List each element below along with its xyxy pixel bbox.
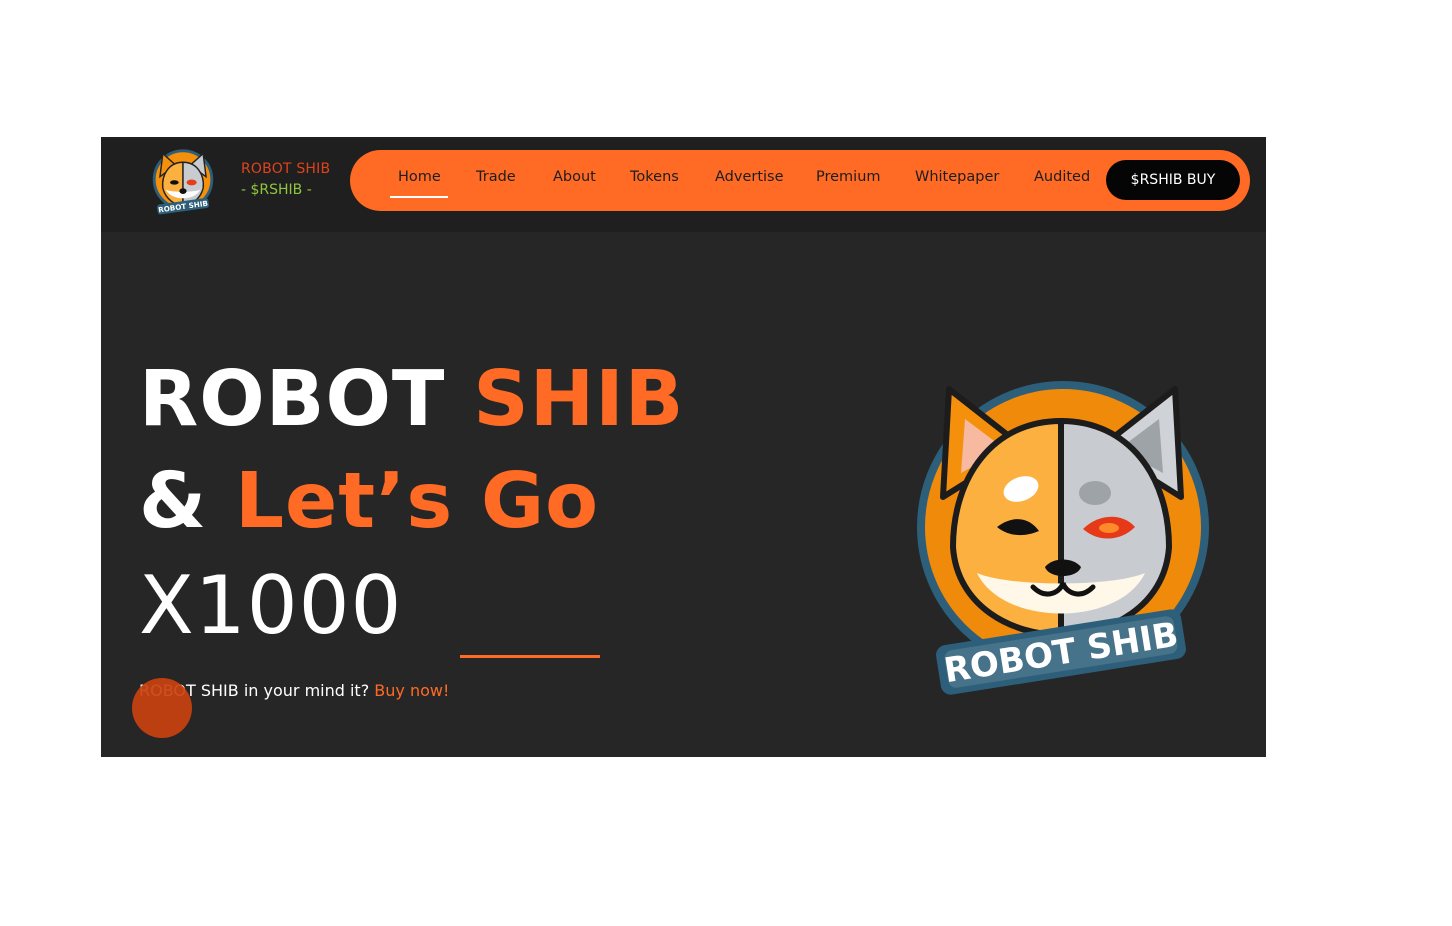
hero-title-line-3: X1000 xyxy=(139,559,403,652)
brand-name: ROBOT SHIB xyxy=(241,161,331,177)
brand-block: ROBOT SHIB - $RSHIB - xyxy=(241,159,330,201)
hero-title-accent-1: SHIB xyxy=(473,355,685,444)
floating-action-button[interactable] xyxy=(132,678,192,738)
active-nav-indicator xyxy=(390,196,448,198)
hero-title-white-2: & xyxy=(139,457,235,546)
brand-ticker: - $RSHIB - xyxy=(241,182,312,198)
hero-title-line-1: ROBOT SHIB xyxy=(139,355,684,444)
site-header: ROBOT SHIB ROBOT SHIB - $RSHIB - Home Tr… xyxy=(101,137,1266,232)
main-navigation: Home Trade About Tokens Advertise Premiu… xyxy=(350,150,1250,211)
nav-about[interactable]: About xyxy=(553,169,596,185)
nav-tokens[interactable]: Tokens xyxy=(630,169,679,185)
hero-divider xyxy=(460,655,600,658)
hero-title-accent-2: Let’s Go xyxy=(234,457,600,546)
buy-rshib-button[interactable]: $RSHIB BUY xyxy=(1106,160,1240,200)
hero-title-line-2: & Let’s Go xyxy=(139,457,599,546)
buy-now-link[interactable]: Buy now! xyxy=(374,681,449,700)
nav-audited[interactable]: Audited xyxy=(1034,169,1090,185)
landing-page: ROBOT SHIB ROBOT SHIB - $RSHIB - Home Tr… xyxy=(101,137,1266,757)
nav-trade[interactable]: Trade xyxy=(476,169,516,185)
robot-shib-mascot: ROBOT SHIB xyxy=(917,381,1209,695)
nav-whitepaper[interactable]: Whitepaper xyxy=(915,169,999,185)
nav-advertise[interactable]: Advertise xyxy=(715,169,784,185)
nav-premium[interactable]: Premium xyxy=(816,169,881,185)
nav-home[interactable]: Home xyxy=(398,169,441,185)
robot-shib-logo[interactable]: ROBOT SHIB xyxy=(147,145,219,217)
hero-title-white-1: ROBOT xyxy=(139,355,474,444)
